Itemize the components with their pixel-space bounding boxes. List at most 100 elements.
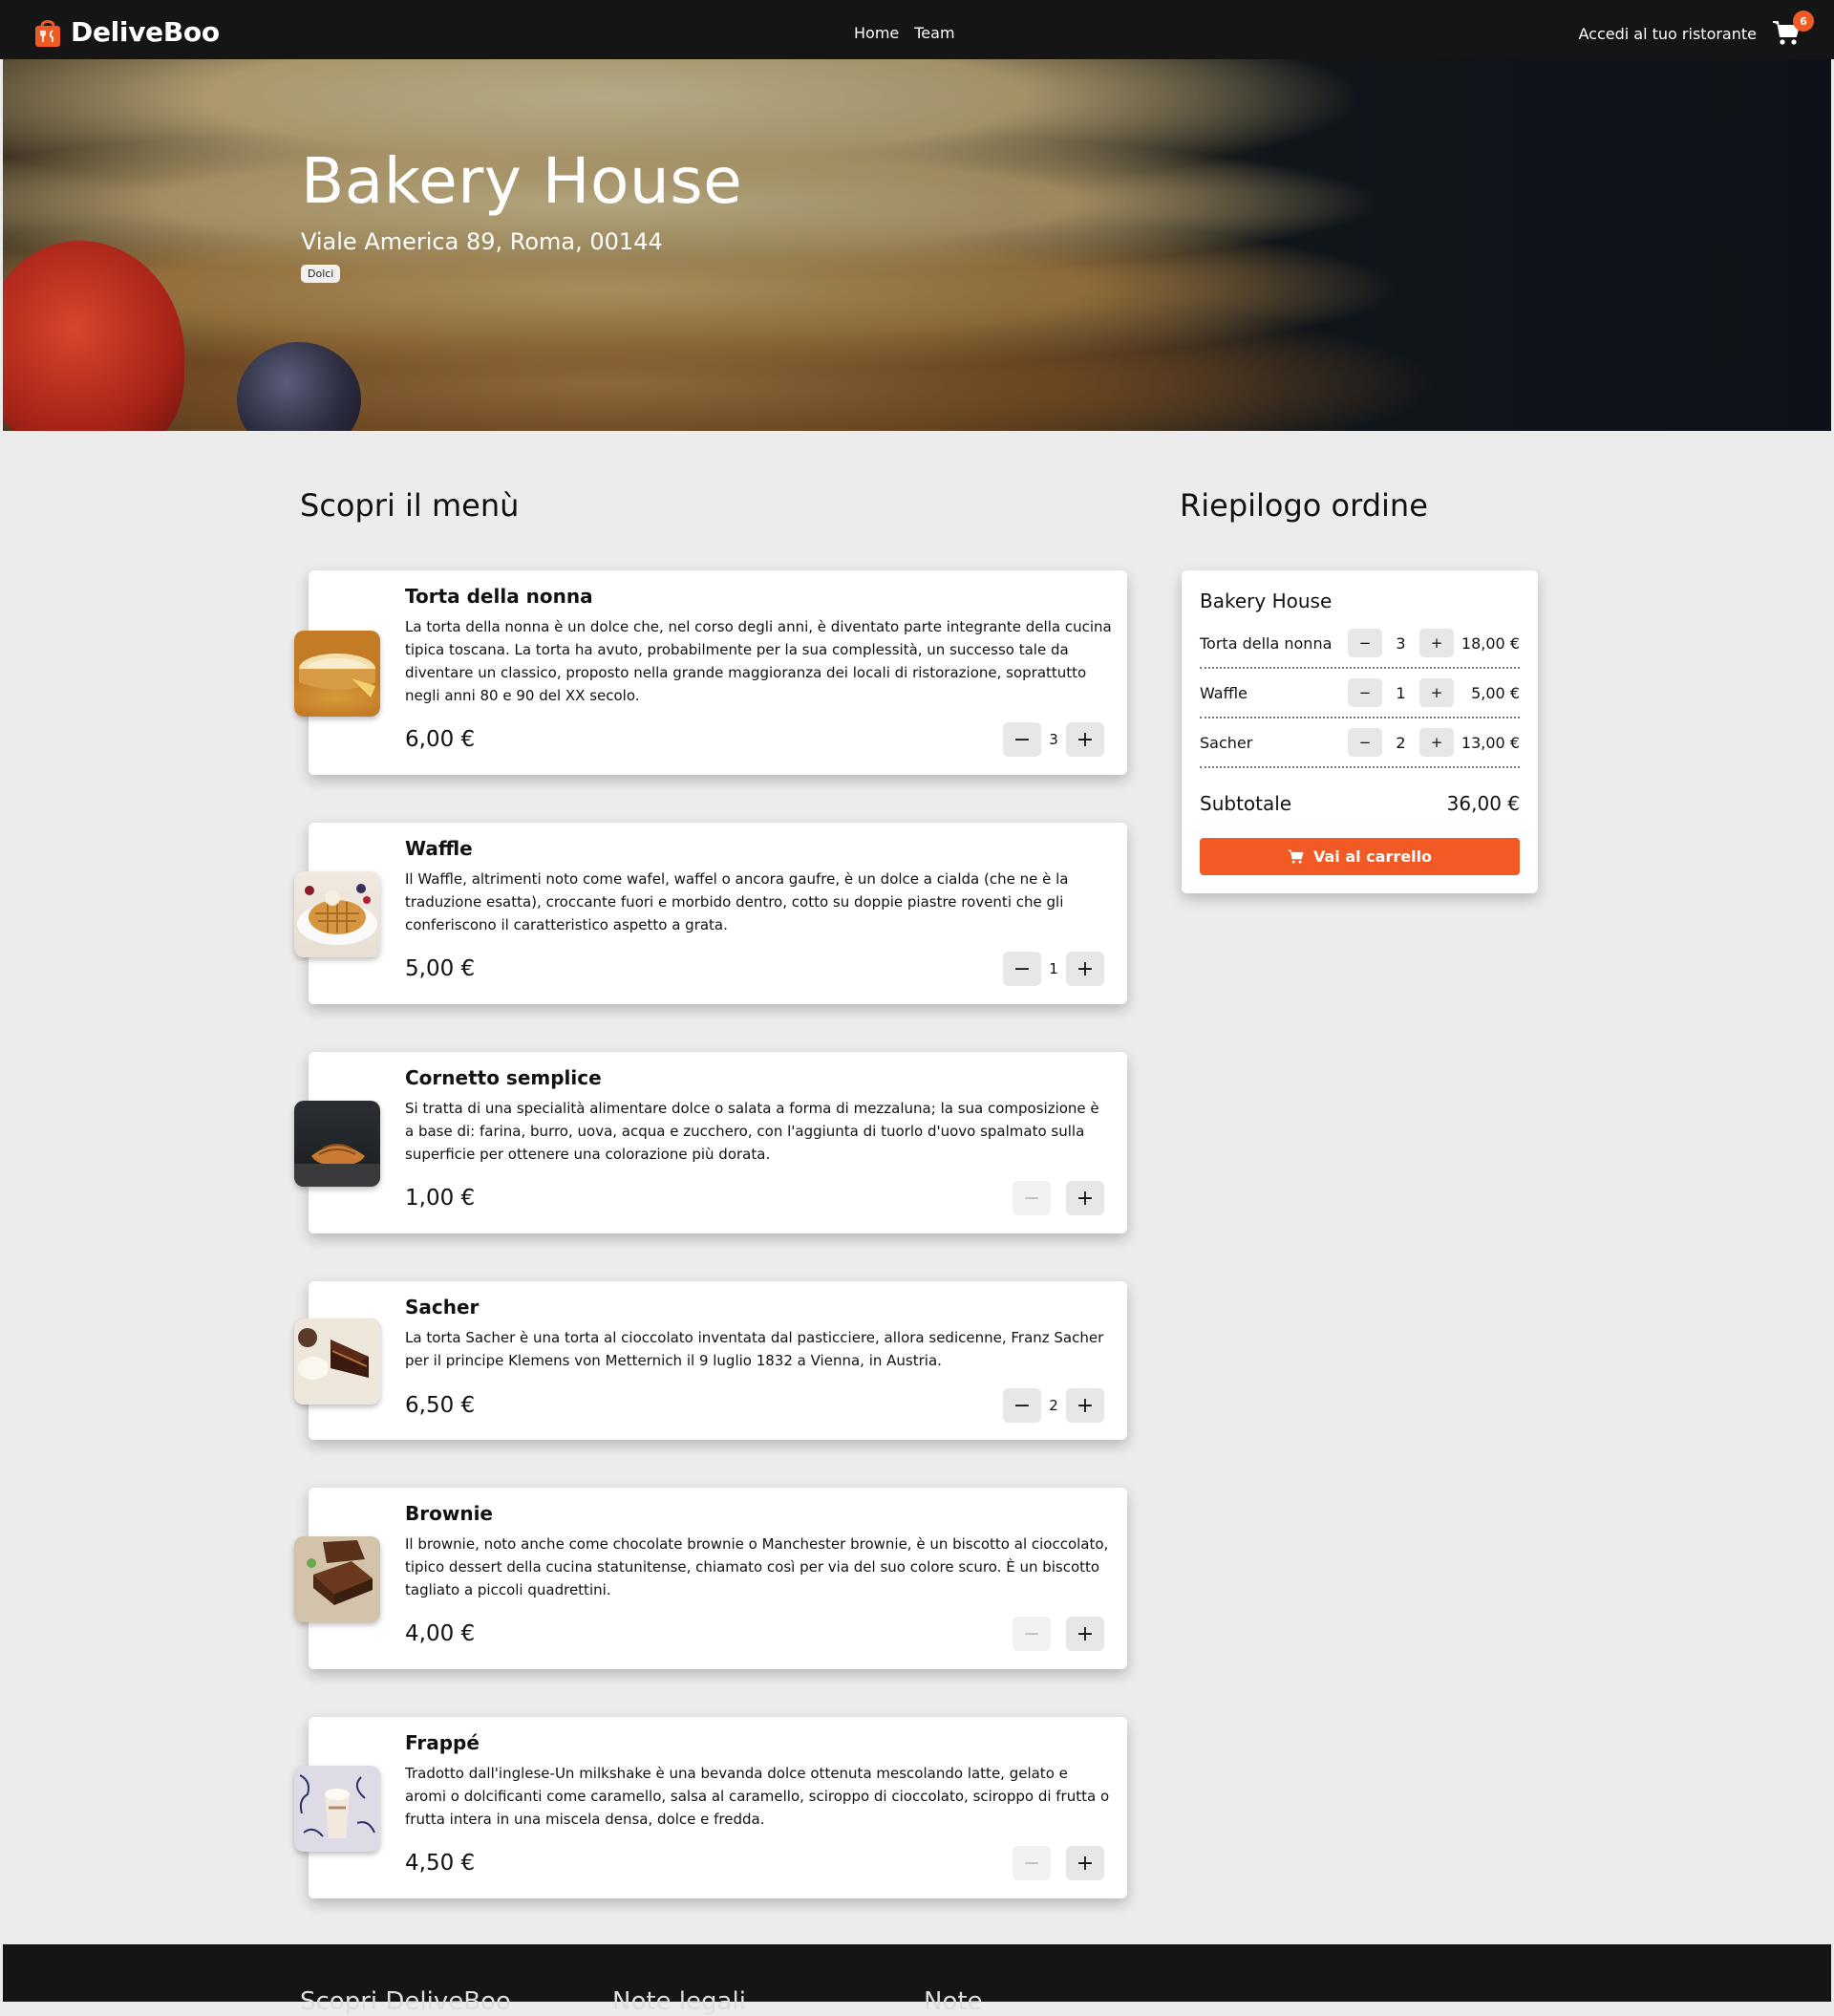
cart-icon <box>1288 849 1304 864</box>
summary-increase-button[interactable]: + <box>1419 678 1454 707</box>
menu-item-price: 6,50 € <box>405 1393 476 1418</box>
menu-item-description: Il brownie, noto anche come chocolate br… <box>405 1535 1109 1598</box>
summary-row: Torta della nonna − 3 + 18,00 € <box>1200 619 1520 669</box>
hero-strawberry-decor <box>3 241 184 431</box>
decrease-qty-button[interactable]: − <box>1003 1388 1041 1423</box>
nav-right: Accedi al tuo ristorante 6 <box>1579 11 1814 47</box>
nav-link-team[interactable]: Team <box>914 24 954 42</box>
quantity-stepper: − 3 + <box>1003 722 1104 757</box>
menu-item-description: La torta Sacher è una torta al cioccolat… <box>405 1329 1104 1369</box>
decrease-qty-button[interactable]: − <box>1013 1617 1051 1651</box>
summary-quantity-stepper: − 2 + <box>1348 728 1454 757</box>
quantity-value: 3 <box>1049 731 1058 748</box>
restaurant-hero-banner: Bakery House Viale America 89, Roma, 001… <box>3 59 1831 431</box>
footer-heading-notes: Note <box>924 1987 983 2016</box>
summary-quantity-value: 3 <box>1396 633 1406 653</box>
menu-item-name: Frappé <box>405 1731 480 1754</box>
order-summary-title: Riepilogo ordine <box>1180 487 1428 524</box>
subtotal-value: 36,00 € <box>1446 792 1520 815</box>
menu-item-body: Sacher La torta Sacher è una torta al ci… <box>405 1296 1112 1372</box>
menu-item-name: Torta della nonna <box>405 585 593 608</box>
menu-item-body: Frappé Tradotto dall'inglese-Un milkshak… <box>405 1731 1112 1831</box>
croissant-image <box>294 1101 380 1187</box>
summary-decrease-button[interactable]: − <box>1348 728 1382 757</box>
decrease-qty-button[interactable]: − <box>1003 952 1041 986</box>
menu-item-card: Torta della nonna La torta della nonna è… <box>294 570 1127 775</box>
summary-restaurant-name: Bakery House <box>1200 590 1333 612</box>
summary-quantity-stepper: − 3 + <box>1348 629 1454 657</box>
menu-item-description: Il Waffle, altrimenti noto come wafel, w… <box>405 870 1069 933</box>
menu-item-description: Si tratta di una specialità alimentare d… <box>405 1100 1099 1163</box>
menu-item-card: Cornetto semplice Si tratta di una speci… <box>294 1052 1127 1233</box>
summary-item-price: 13,00 € <box>1461 733 1520 752</box>
menu-item-name: Cornetto semplice <box>405 1066 602 1089</box>
restaurant-address: Viale America 89, Roma, 00144 <box>301 228 663 255</box>
restaurant-category-badge: Dolci <box>301 265 341 283</box>
decrease-qty-button[interactable]: − <box>1013 1181 1051 1215</box>
menu-item-price: 1,00 € <box>405 1186 476 1211</box>
decrease-qty-button[interactable]: − <box>1013 1846 1051 1880</box>
menu-item-card: Waffle Il Waffle, altrimenti noto come w… <box>294 823 1127 1004</box>
increase-qty-button[interactable]: + <box>1066 1846 1104 1880</box>
menu-item-body: Torta della nonna La torta della nonna è… <box>405 585 1112 707</box>
menu-item-body: Cornetto semplice Si tratta di una speci… <box>405 1066 1112 1166</box>
menu-item-body: Waffle Il Waffle, altrimenti noto come w… <box>405 837 1112 936</box>
menu-item-price: 5,00 € <box>405 956 476 981</box>
menu-item-price: 4,50 € <box>405 1851 476 1876</box>
quantity-value: 1 <box>1049 960 1058 977</box>
menu-item-name: Brownie <box>405 1502 493 1525</box>
decrease-qty-button[interactable]: − <box>1003 722 1041 757</box>
waffle-image <box>294 871 380 957</box>
summary-item-price: 5,00 € <box>1471 683 1520 702</box>
summary-quantity-stepper: − 1 + <box>1348 678 1454 707</box>
quantity-value: 2 <box>1049 1397 1058 1414</box>
tart-image <box>294 631 380 717</box>
nav-links: Home Team <box>854 24 955 42</box>
increase-qty-button[interactable]: + <box>1066 952 1104 986</box>
restaurant-login-link[interactable]: Accedi al tuo ristorante <box>1579 25 1757 43</box>
summary-item-name: Waffle <box>1200 683 1248 702</box>
quantity-stepper: − + <box>1013 1846 1104 1880</box>
increase-qty-button[interactable]: + <box>1066 1388 1104 1423</box>
menu-section-title: Scopri il menù <box>300 487 520 524</box>
menu-item-name: Sacher <box>405 1296 480 1319</box>
summary-item-price: 18,00 € <box>1461 633 1520 653</box>
cart-count-badge: 6 <box>1793 11 1814 32</box>
increase-qty-button[interactable]: + <box>1066 722 1104 757</box>
restaurant-name: Bakery House <box>301 144 743 218</box>
brand-name: DeliveBoo <box>71 16 220 48</box>
subtotal-label: Subtotale <box>1200 792 1292 815</box>
summary-decrease-button[interactable]: − <box>1348 678 1382 707</box>
go-to-cart-button[interactable]: Vai al carrello <box>1200 838 1520 875</box>
menu-item-card: Frappé Tradotto dall'inglese-Un milkshak… <box>294 1717 1127 1898</box>
summary-row: Waffle − 1 + 5,00 € <box>1200 669 1520 718</box>
summary-quantity-value: 2 <box>1396 733 1406 752</box>
summary-row: Sacher − 2 + 13,00 € <box>1200 718 1520 768</box>
summary-item-name: Sacher <box>1200 733 1253 752</box>
nav-link-home[interactable]: Home <box>854 24 899 42</box>
footer: Scopri DeliveBoo Note legali Note <box>3 1944 1831 2016</box>
footer-heading-discover: Scopri DeliveBoo <box>300 1987 511 2016</box>
summary-increase-button[interactable]: + <box>1419 629 1454 657</box>
menu-item-price: 4,00 € <box>405 1621 476 1646</box>
sacher-image <box>294 1319 380 1405</box>
menu-item-card: Brownie Il brownie, noto anche come choc… <box>294 1488 1127 1669</box>
navbar: DeliveBoo Home Team Accedi al tuo ristor… <box>0 0 1834 59</box>
increase-qty-button[interactable]: + <box>1066 1617 1104 1651</box>
order-summary-card: Bakery House Torta della nonna − 3 + 18,… <box>1182 570 1538 893</box>
hero-blueberry-decor <box>237 342 361 431</box>
frappe-image <box>294 1766 380 1852</box>
quantity-stepper: − + <box>1013 1617 1104 1651</box>
go-to-cart-label: Vai al carrello <box>1312 847 1433 866</box>
cart-button[interactable]: 6 <box>1772 11 1814 47</box>
menu-item-body: Brownie Il brownie, noto anche come choc… <box>405 1502 1112 1601</box>
summary-decrease-button[interactable]: − <box>1348 629 1382 657</box>
menu-item-card: Sacher La torta Sacher è una torta al ci… <box>294 1281 1127 1440</box>
shopping-bag-logo-icon <box>33 17 62 48</box>
brand[interactable]: DeliveBoo <box>33 16 220 48</box>
summary-increase-button[interactable]: + <box>1419 728 1454 757</box>
increase-qty-button[interactable]: + <box>1066 1181 1104 1215</box>
brownie-image <box>294 1536 380 1622</box>
quantity-stepper: − + <box>1013 1181 1104 1215</box>
menu-item-description: Tradotto dall'inglese-Un milkshake è una… <box>405 1765 1110 1828</box>
